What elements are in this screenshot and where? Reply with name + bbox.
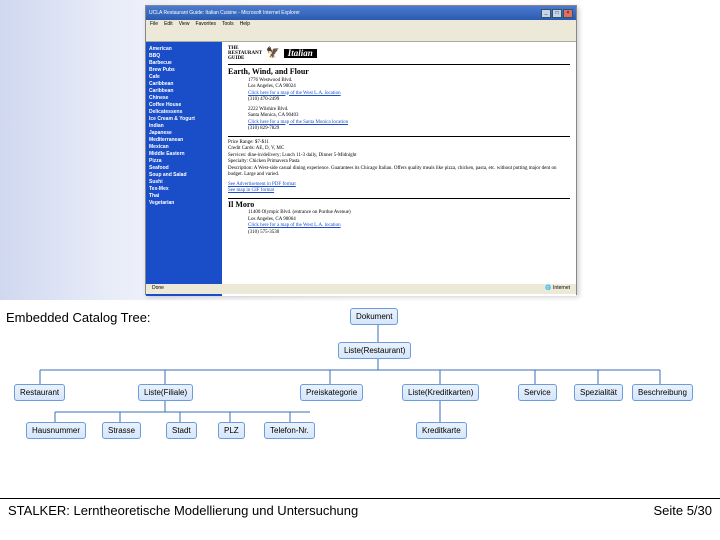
sidebar-item[interactable]: Thai bbox=[149, 193, 219, 200]
titlebar: UCLA Restaurant Guide: Italian Cuisine -… bbox=[146, 6, 576, 20]
restaurant-title: Earth, Wind, and Flour bbox=[228, 69, 570, 76]
maximize-button[interactable]: □ bbox=[552, 9, 562, 18]
tree-node: Preiskategorie bbox=[300, 384, 363, 401]
sidebar-item[interactable]: Pizza bbox=[149, 158, 219, 165]
footer: STALKER: Lerntheoretische Modellierung u… bbox=[0, 498, 720, 518]
tree-node: Beschreibung bbox=[632, 384, 693, 401]
tree-node: Spezialität bbox=[574, 384, 623, 401]
tree-node: Telefon-Nr. bbox=[264, 422, 315, 439]
tree-node: Stadt bbox=[166, 422, 197, 439]
sidebar-item[interactable]: Mediterranean bbox=[149, 137, 219, 144]
footer-right: Seite 5/30 bbox=[653, 503, 712, 518]
logo-guide: THE RESTAURANT GUIDE bbox=[228, 46, 262, 61]
tree-node-root: Dokument bbox=[350, 308, 398, 325]
tree-node: Kreditkarte bbox=[416, 422, 467, 439]
sidebar-item[interactable]: Cafe bbox=[149, 74, 219, 81]
restaurant-title: Il Moro bbox=[228, 202, 570, 209]
footer-left: STALKER: Lerntheoretische Modellierung u… bbox=[8, 503, 358, 518]
sidebar-item[interactable]: Ice Cream & Yogurt bbox=[149, 116, 219, 123]
window-title: UCLA Restaurant Guide: Italian Cuisine -… bbox=[149, 10, 300, 16]
sidebar-item[interactable]: Seafood bbox=[149, 165, 219, 172]
sidebar-item[interactable]: American bbox=[149, 46, 219, 53]
description: Description: A West-side casual dining e… bbox=[228, 166, 570, 179]
sidebar-item[interactable]: Caribbean bbox=[149, 81, 219, 88]
map-link[interactable]: Click here for a map of the West L.A. lo… bbox=[248, 91, 341, 96]
sidebar-item[interactable]: Soup and Salad bbox=[149, 172, 219, 179]
sidebar-item[interactable]: Barbecue bbox=[149, 60, 219, 67]
menu-view[interactable]: View bbox=[179, 21, 190, 29]
tree-node: Liste(Filiale) bbox=[138, 384, 193, 401]
main-content: THE RESTAURANT GUIDE 🦅 Italian Earth, Wi… bbox=[222, 42, 576, 296]
sidebar-item[interactable]: Mexican bbox=[149, 144, 219, 151]
sidebar-item[interactable]: Middle Eastern bbox=[149, 151, 219, 158]
restaurant-block: 1776 Westwood Blvd. Los Angeles, CA 9002… bbox=[248, 78, 570, 104]
sidebar-item[interactable]: Japanese bbox=[149, 130, 219, 137]
minimize-button[interactable]: _ bbox=[541, 9, 551, 18]
sidebar-item[interactable]: Indian bbox=[149, 123, 219, 130]
ad-link[interactable]: See Advertisement in PDF format bbox=[228, 182, 296, 187]
tree-node: Strasse bbox=[102, 422, 141, 439]
sidebar-item[interactable]: Brew Pubs bbox=[149, 67, 219, 74]
sidebar-item[interactable]: Delicatessens bbox=[149, 109, 219, 116]
tree-node-l1: Liste(Restaurant) bbox=[338, 342, 411, 359]
menu-help[interactable]: Help bbox=[240, 21, 250, 29]
map-gif-link[interactable]: See map in GIF format bbox=[228, 188, 274, 193]
tree-node: Restaurant bbox=[14, 384, 65, 401]
tree-node: Liste(Kreditkarten) bbox=[402, 384, 479, 401]
menubar: File Edit View Favorites Tools Help bbox=[146, 20, 576, 30]
restaurant-block: 2222 Wilshire Blvd. Santa Monica, CA 904… bbox=[248, 107, 570, 133]
menu-edit[interactable]: Edit bbox=[164, 21, 173, 29]
browser-window: UCLA Restaurant Guide: Italian Cuisine -… bbox=[145, 5, 577, 295]
tree-diagram: Dokument Liste(Restaurant) Restaurant Li… bbox=[0, 302, 720, 476]
sidebar-item[interactable]: Tex-Mex bbox=[149, 186, 219, 193]
menu-favorites[interactable]: Favorites bbox=[195, 21, 216, 29]
close-button[interactable]: × bbox=[563, 9, 573, 18]
menu-file[interactable]: File bbox=[150, 21, 158, 29]
tree-node: PLZ bbox=[218, 422, 245, 439]
sidebar-item[interactable]: Vegetarian bbox=[149, 200, 219, 207]
sidebar-item[interactable]: Coffee House bbox=[149, 102, 219, 109]
sidebar-item[interactable]: Caribbean bbox=[149, 88, 219, 95]
map-link[interactable]: Click here for a map of the Santa Monica… bbox=[248, 120, 348, 125]
sidebar-item[interactable]: Sushi bbox=[149, 179, 219, 186]
menu-tools[interactable]: Tools bbox=[222, 21, 234, 29]
tree-node: Hausnummer bbox=[26, 422, 86, 439]
map-link[interactable]: Click here for a map of the West L.A. lo… bbox=[248, 223, 341, 228]
toolbar bbox=[146, 30, 576, 42]
sidebar-item[interactable]: BBQ bbox=[149, 53, 219, 60]
sidebar: AmericanBBQBarbecueBrew PubsCafeCaribbea… bbox=[146, 42, 222, 296]
logo-italian: Italian bbox=[284, 49, 317, 58]
statusbar: Done 🌐 Internet bbox=[146, 284, 576, 294]
sidebar-item[interactable]: Chinese bbox=[149, 95, 219, 102]
tree-node: Service bbox=[518, 384, 557, 401]
restaurant-block: 11400 Olympic Blvd. (entrance on Purdue … bbox=[248, 210, 570, 236]
